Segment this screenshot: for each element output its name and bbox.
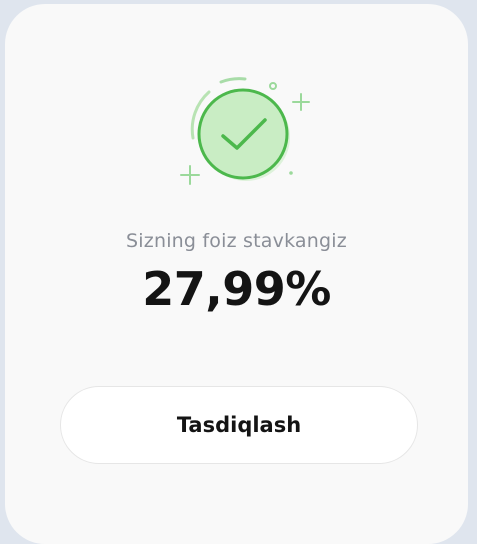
check-circle-success-icon (180, 77, 310, 185)
confirm-button[interactable]: Tasdiqlash (60, 386, 418, 464)
rate-caption: Sizning foiz stavkangiz (126, 230, 347, 252)
confirm-button-label: Tasdiqlash (176, 413, 302, 437)
result-card: Sizning foiz stavkangiz 27,99% Tasdiqlas… (5, 4, 468, 544)
interest-rate-value: 27,99% (142, 262, 331, 316)
